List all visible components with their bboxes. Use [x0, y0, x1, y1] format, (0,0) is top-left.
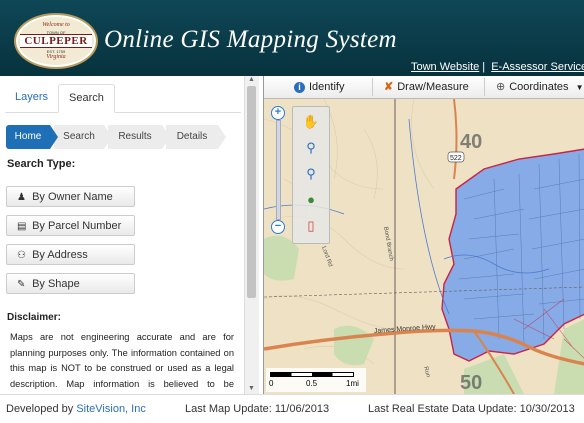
- breadcrumb-label: Search: [63, 131, 95, 142]
- breadcrumb-search[interactable]: Search: [54, 125, 112, 149]
- logo-name: CULPEPER: [20, 34, 92, 48]
- e-assessor-link[interactable]: E-Assessor Services: [491, 61, 584, 73]
- breadcrumb-label: Details: [176, 131, 208, 142]
- route-shield: 522: [450, 155, 462, 162]
- page-title: Online GIS Mapping System: [104, 26, 397, 53]
- developer-link[interactable]: SiteVision, Inc: [76, 403, 146, 415]
- toolbar-label: Coordinates: [509, 81, 569, 93]
- town-logo[interactable]: Welcome to TOWN OF CULPEPER EST. 1759 Vi…: [14, 13, 98, 69]
- town-website-link[interactable]: Town Website: [411, 61, 479, 73]
- pan-hand-icon[interactable]: ✋: [299, 111, 323, 133]
- breadcrumb-label: Results: [118, 131, 152, 142]
- breadcrumb-results[interactable]: Results: [108, 125, 170, 149]
- logo-welcome: Welcome to: [42, 22, 70, 28]
- breadcrumb-label: Home: [14, 131, 42, 142]
- logo-state: Virginia: [46, 54, 66, 60]
- scale-label: 0: [269, 379, 274, 388]
- button-label: By Owner Name: [32, 191, 113, 203]
- toolbar-label: Draw/Measure: [397, 81, 469, 93]
- zoom-track[interactable]: [276, 120, 281, 220]
- scale-bar: 0 0.5 1mi: [266, 368, 366, 392]
- panel-tabs: Layers Search: [5, 84, 241, 113]
- button-label: By Shape: [32, 278, 80, 290]
- pencil-icon: ✎: [17, 279, 26, 290]
- disclaimer-heading: Disclaimer:: [7, 312, 61, 323]
- toolbar-label: Identify: [309, 81, 345, 93]
- link-separator: |: [482, 61, 486, 73]
- grid-label-40: 40: [460, 131, 482, 153]
- breadcrumb-details[interactable]: Details: [166, 125, 226, 149]
- grid-label-50: 50: [460, 372, 482, 394]
- zoom-minus-icon[interactable]: −: [271, 220, 285, 234]
- identify-button[interactable]: i Identify: [294, 76, 344, 98]
- info-icon: i: [294, 82, 305, 93]
- binoculars-icon: ⚇: [17, 250, 26, 261]
- draw-icon: ✘: [384, 81, 394, 93]
- crosshair-icon: ⊕: [496, 81, 506, 93]
- footer: Developed by SiteVision, Inc Last Map Up…: [0, 394, 584, 419]
- scale-label: 1mi: [346, 379, 359, 388]
- last-real-estate-update: Last Real Estate Data Update: 10/30/2013: [368, 403, 575, 415]
- search-by-address-button[interactable]: ⚇ By Address: [6, 244, 135, 265]
- developed-by-label: Developed by: [6, 403, 74, 415]
- scroll-up-icon[interactable]: ▲: [248, 76, 255, 83]
- left-panel-scrollbar[interactable]: ▲ ▼: [244, 76, 259, 394]
- breadcrumb-home[interactable]: Home: [6, 125, 58, 149]
- zoom-in-icon[interactable]: ⚲: [299, 137, 323, 159]
- book-icon: ▤: [17, 221, 27, 232]
- search-by-owner-button[interactable]: ♟ By Owner Name: [6, 186, 135, 207]
- search-by-shape-button[interactable]: ✎ By Shape: [6, 273, 135, 294]
- zoom-out-icon[interactable]: ⚲: [299, 163, 323, 185]
- zoom-slider[interactable]: + −: [269, 104, 287, 234]
- chevron-down-icon: ▼: [575, 83, 584, 92]
- zoom-plus-icon[interactable]: +: [271, 106, 285, 120]
- coordinates-dropdown[interactable]: ⊕ Coordinates ▼: [496, 76, 584, 98]
- map-toolbar: i Identify ✘ Draw/Measure ⊕ Coordinates ▼: [264, 76, 584, 99]
- header: Welcome to TOWN OF CULPEPER EST. 1759 Vi…: [0, 0, 584, 76]
- globe-icon[interactable]: ●: [299, 189, 323, 211]
- button-label: By Address: [32, 249, 88, 261]
- scale-line: [270, 372, 354, 377]
- scroll-down-icon[interactable]: ▼: [248, 385, 255, 392]
- left-panel: Layers Search Home Search Results Detail…: [0, 76, 258, 394]
- scale-label: 0.5: [306, 379, 318, 388]
- last-map-update: Last Map Update: 11/06/2013: [185, 403, 330, 415]
- eraser-icon[interactable]: ▯: [299, 215, 323, 237]
- search-type-label: Search Type:: [7, 158, 76, 170]
- disclaimer-text: Maps are not engineering accurate and ar…: [10, 332, 234, 389]
- user-icon: ♟: [17, 192, 26, 203]
- tab-layers[interactable]: Layers: [5, 84, 58, 111]
- map-tool-strip: ✋ ⚲ ⚲ ● ▯: [292, 106, 330, 244]
- developer-credit: Developed by SiteVision, Inc: [6, 395, 146, 423]
- header-links: Town Website | E-Assessor Services: [411, 61, 584, 73]
- tab-search[interactable]: Search: [58, 84, 115, 113]
- draw-measure-button[interactable]: ✘ Draw/Measure: [384, 76, 469, 98]
- search-by-parcel-button[interactable]: ▤ By Parcel Number: [6, 215, 135, 236]
- button-label: By Parcel Number: [32, 220, 122, 232]
- scroll-thumb[interactable]: [247, 86, 256, 298]
- map-view[interactable]: 40 50 522 James Monroe Hwy Bond Branch L…: [263, 76, 584, 394]
